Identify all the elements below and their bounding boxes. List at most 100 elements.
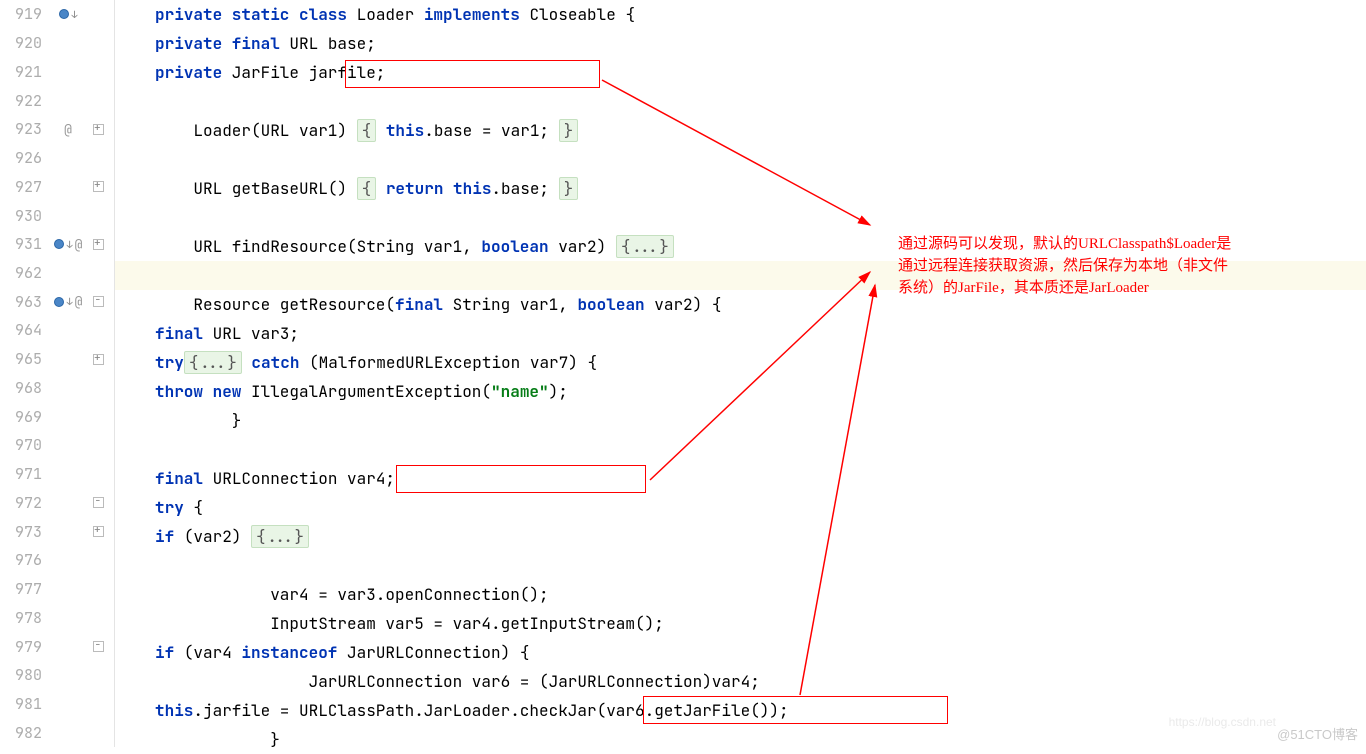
gutter-row: 972	[0, 488, 114, 517]
line-number: 930	[0, 206, 48, 226]
code-line[interactable]: if (var4 instanceof JarURLConnection) {	[115, 638, 1366, 667]
code-line[interactable]: private final URL base;	[115, 29, 1366, 58]
line-number: 978	[0, 608, 48, 628]
gutter-row: 920	[0, 29, 114, 58]
line-number: 923	[0, 119, 48, 139]
fold-column	[88, 354, 108, 365]
override-icon[interactable]	[54, 239, 64, 249]
gutter-row: 982	[0, 718, 114, 747]
code-line[interactable]: URL getBaseURL() { return this.base; }	[115, 174, 1366, 203]
code-line[interactable]	[115, 87, 1366, 116]
fold-column	[88, 239, 108, 250]
line-number: 963	[0, 292, 48, 312]
code-line[interactable]: Loader(URL var1) { this.base = var1; }	[115, 116, 1366, 145]
code-line[interactable]: throw new IllegalArgumentException("name…	[115, 377, 1366, 406]
line-number: 971	[0, 464, 48, 484]
fold-column	[88, 526, 108, 537]
code-line[interactable]: }	[115, 406, 1366, 435]
gutter-row: 923@	[0, 115, 114, 144]
code-line[interactable]	[115, 551, 1366, 580]
code-line[interactable]	[115, 145, 1366, 174]
gutter-row: 921	[0, 57, 114, 86]
fold-collapse-icon[interactable]	[93, 641, 104, 652]
line-number: 962	[0, 263, 48, 283]
gutter-marker: @	[48, 121, 88, 138]
gutter-marker: ↓@	[48, 293, 88, 310]
fold-column	[88, 296, 108, 307]
code-line[interactable]: if (var2) {...}	[115, 522, 1366, 551]
gutter-marker: ↓	[48, 8, 88, 21]
gutter-row: 930	[0, 201, 114, 230]
gutter-row: 970	[0, 431, 114, 460]
code-editor: 919↓920921922923@926927930931↓@962963↓@9…	[0, 0, 1366, 747]
code-line[interactable]: try {...} catch (MalformedURLException v…	[115, 348, 1366, 377]
gutter-row: 927	[0, 172, 114, 201]
line-number: 981	[0, 694, 48, 714]
gutter-marker: ↓@	[48, 236, 88, 253]
code-line[interactable]	[115, 203, 1366, 232]
annotation-text: 通过源码可以发现，默认的URLClasspath$Loader是 通过远程连接获…	[898, 234, 1231, 299]
line-number: 969	[0, 407, 48, 427]
line-number: 977	[0, 579, 48, 599]
line-number: 970	[0, 435, 48, 455]
line-number: 926	[0, 148, 48, 168]
line-number: 921	[0, 62, 48, 82]
gutter-row: 965	[0, 345, 114, 374]
code-line[interactable]: final URL var3;	[115, 319, 1366, 348]
gutter-row: 962	[0, 259, 114, 288]
gutter-row: 978	[0, 603, 114, 632]
code-area[interactable]: private static class Loader implements C…	[115, 0, 1366, 747]
line-number: 964	[0, 320, 48, 340]
fold-expand-icon[interactable]	[93, 526, 104, 537]
code-line[interactable]	[115, 435, 1366, 464]
gutter-row: 968	[0, 374, 114, 403]
code-line[interactable]: try {	[115, 493, 1366, 522]
line-number: 965	[0, 349, 48, 369]
fold-column	[88, 641, 108, 652]
fold-collapse-icon[interactable]	[93, 497, 104, 508]
line-number: 931	[0, 234, 48, 254]
fold-column	[88, 124, 108, 135]
line-number: 920	[0, 33, 48, 53]
gutter-row: 977	[0, 575, 114, 604]
watermark: @51CTO博客	[1277, 724, 1358, 743]
line-number: 980	[0, 665, 48, 685]
code-line[interactable]: InputStream var5 = var4.getInputStream()…	[115, 609, 1366, 638]
gutter-row: 973	[0, 517, 114, 546]
gutter-row: 926	[0, 144, 114, 173]
line-number: 968	[0, 378, 48, 398]
line-number: 973	[0, 522, 48, 542]
fold-expand-icon[interactable]	[93, 354, 104, 365]
gutter-row: 922	[0, 86, 114, 115]
fold-column	[88, 181, 108, 192]
gutter-row: 963↓@	[0, 287, 114, 316]
code-line[interactable]: var4 = var3.openConnection();	[115, 580, 1366, 609]
gutter-row: 964	[0, 316, 114, 345]
fold-expand-icon[interactable]	[93, 239, 104, 250]
override-icon[interactable]	[59, 9, 69, 19]
code-line[interactable]: }	[115, 725, 1366, 754]
override-icon[interactable]	[54, 297, 64, 307]
gutter-row: 931↓@	[0, 230, 114, 259]
code-line[interactable]: JarURLConnection var6 = (JarURLConnectio…	[115, 667, 1366, 696]
line-number: 972	[0, 493, 48, 513]
gutter-row: 969	[0, 402, 114, 431]
fold-column	[88, 497, 108, 508]
line-number: 922	[0, 91, 48, 111]
fold-expand-icon[interactable]	[93, 181, 104, 192]
gutter-row: 976	[0, 546, 114, 575]
code-line[interactable]: final URLConnection var4;	[115, 464, 1366, 493]
code-line[interactable]: private JarFile jarfile;	[115, 58, 1366, 87]
line-number: 976	[0, 550, 48, 570]
gutter-row: 980	[0, 661, 114, 690]
gutter-row: 919↓	[0, 0, 114, 29]
line-number: 982	[0, 723, 48, 743]
fold-collapse-icon[interactable]	[93, 296, 104, 307]
line-number: 927	[0, 177, 48, 197]
line-number: 979	[0, 637, 48, 657]
fold-expand-icon[interactable]	[93, 124, 104, 135]
watermark-url: https://blog.csdn.net	[1169, 715, 1276, 729]
gutter-row: 981	[0, 690, 114, 719]
code-line[interactable]: private static class Loader implements C…	[115, 0, 1366, 29]
gutter-row: 979	[0, 632, 114, 661]
